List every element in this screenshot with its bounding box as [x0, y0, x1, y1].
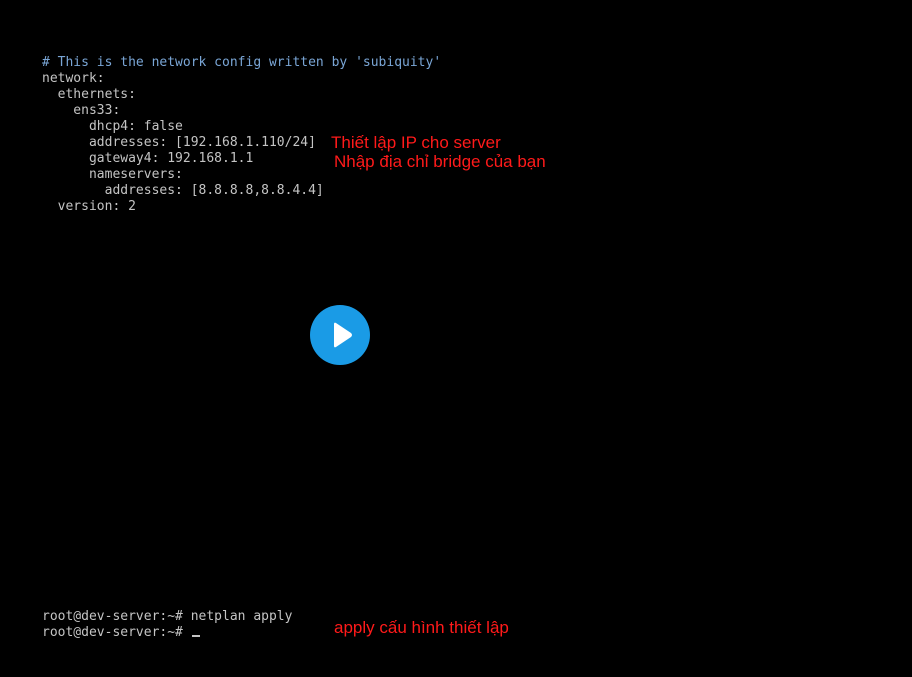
config-line-dns-addresses: addresses: [8.8.8.8,8.8.4.4] — [42, 183, 324, 198]
terminal-cursor — [191, 635, 200, 637]
config-line-nameservers: nameservers: — [42, 167, 183, 182]
annotation-apply-config: apply cấu hình thiết lập — [334, 618, 509, 637]
config-line-version: version: 2 — [42, 199, 136, 214]
config-line-gateway: gateway4: 192.168.1.1 — [42, 151, 254, 166]
video-frame: # This is the network config written by … — [0, 0, 912, 677]
annotation-ip-setup: Thiết lập IP cho server — [331, 133, 501, 152]
prompt-line-current: root@dev-server:~# — [42, 625, 200, 641]
prompt-line-netplan: root@dev-server:~# netplan apply — [42, 609, 293, 624]
prompt-text: root@dev-server:~# — [42, 625, 191, 640]
play-icon — [310, 305, 370, 365]
annotation-bridge-address: Nhập địa chỉ bridge của bạn — [334, 152, 546, 171]
config-line-network: network: — [42, 71, 105, 86]
config-line-ethernets: ethernets: — [42, 87, 136, 102]
config-line-addresses: addresses: [192.168.1.110/24] — [42, 135, 316, 150]
config-line-interface: ens33: — [42, 103, 121, 118]
config-comment-line: # This is the network config written by … — [42, 55, 442, 70]
config-line-dhcp4: dhcp4: false — [42, 119, 183, 134]
play-button[interactable] — [310, 305, 370, 365]
